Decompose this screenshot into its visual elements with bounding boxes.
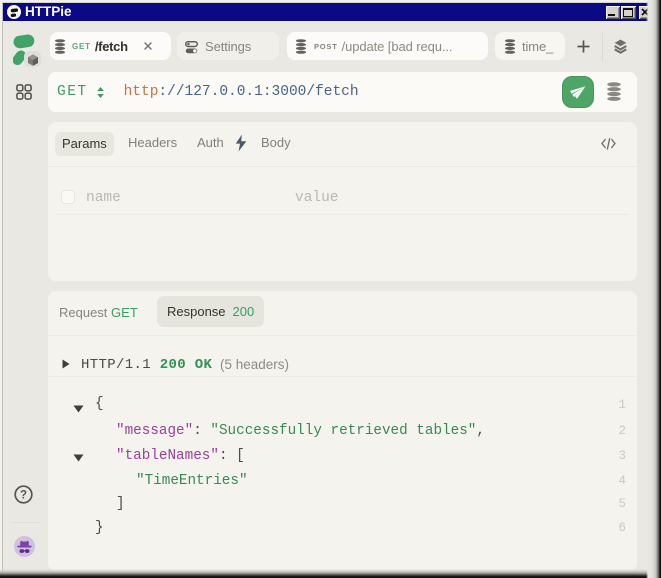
svg-text:?: ? bbox=[20, 490, 27, 502]
